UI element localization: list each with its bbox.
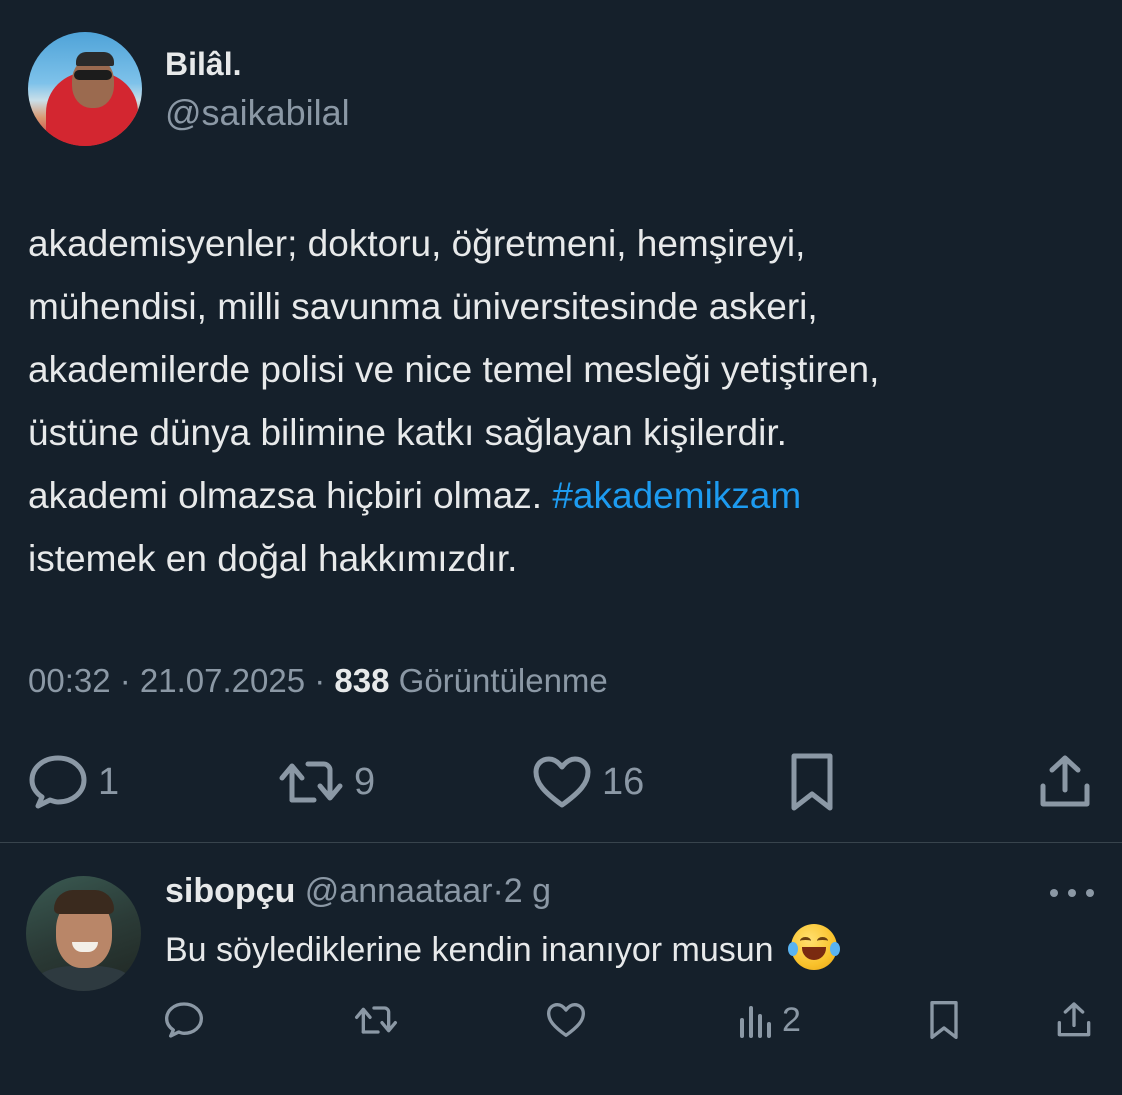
face-with-tears-of-joy-emoji — [788, 924, 841, 970]
tweet-text-line: akademisyenler; doktoru, öğretmeni, hemş… — [28, 223, 806, 264]
reply-time[interactable]: 2 g — [504, 872, 551, 910]
reply-icon — [165, 1002, 203, 1038]
avatar-shirt — [36, 966, 132, 991]
reply-like-button[interactable] — [546, 998, 586, 1042]
reply-views-count: 2 — [782, 1000, 801, 1039]
emoji-mouth — [802, 947, 827, 960]
bookmark-icon — [930, 1001, 958, 1039]
views-label: Görüntülenme — [389, 662, 608, 699]
avatar-glasses — [74, 70, 112, 80]
analytics-icon — [740, 1006, 771, 1038]
meta-separator: · — [110, 662, 140, 699]
reply-dot: · — [492, 872, 504, 910]
bookmark-icon — [791, 753, 833, 811]
tweet-text-line: mühendisi, milli savunma üniversitesinde… — [28, 286, 818, 327]
reply-reply-button[interactable] — [164, 998, 204, 1042]
reply-count: 1 — [98, 760, 120, 803]
views-count[interactable]: 838 — [334, 662, 389, 699]
more-options-icon[interactable] — [1050, 880, 1094, 906]
retweet-icon — [279, 761, 343, 803]
tweet-time[interactable]: 00:32 — [28, 662, 111, 699]
avatar-hair — [54, 890, 114, 914]
share-icon — [1040, 755, 1090, 807]
author-display-name[interactable]: Bilâl. — [165, 46, 241, 83]
author-avatar[interactable] — [28, 32, 142, 146]
share-button[interactable] — [1038, 752, 1092, 812]
tweet-date[interactable]: 21.07.2025 — [140, 662, 305, 699]
reply-author-avatar[interactable] — [26, 876, 141, 991]
reply-display-name[interactable]: sibopçu — [165, 872, 295, 910]
heart-icon — [533, 756, 591, 808]
tweet-text-line: akademi olmazsa hiçbiri olmaz. #akademik… — [28, 464, 1098, 527]
dot — [1068, 889, 1076, 897]
emoji-eye — [800, 937, 812, 945]
reply-text: Bu söylediklerine kendin inanıyor musun — [165, 924, 841, 970]
emoji-eye — [817, 937, 829, 945]
author-handle[interactable]: @saikabilal — [165, 92, 350, 134]
tweet-text-line: akademilerde polisi ve nice temel mesleğ… — [28, 349, 880, 390]
tweet-detail-view: Bilâl. @saikabilal akademisyenler; dokto… — [0, 0, 1122, 1095]
reply-text-content: Bu söylediklerine kendin inanıyor musun — [165, 931, 774, 969]
bookmark-button[interactable] — [788, 752, 836, 812]
retweet-count: 9 — [354, 760, 376, 803]
retweet-icon — [355, 1006, 397, 1034]
reply-share-button[interactable] — [1056, 998, 1092, 1042]
reply-icon — [29, 755, 87, 809]
emoji-tear — [830, 942, 841, 956]
tweet-text-line: istemek en doğal hakkımızdır. — [28, 538, 518, 579]
reply-handle[interactable]: @annaataar — [305, 872, 493, 910]
reply-views-button[interactable]: 2 — [738, 998, 801, 1042]
tweet-text-segment: akademi olmazsa hiçbiri olmaz. — [28, 475, 553, 516]
retweet-button[interactable]: 9 — [278, 752, 375, 812]
meta-separator: · — [305, 662, 335, 699]
avatar-cap — [76, 52, 114, 66]
like-count: 16 — [602, 760, 645, 803]
reply-bookmark-button[interactable] — [928, 998, 960, 1042]
dot — [1050, 889, 1058, 897]
reply-button[interactable]: 1 — [28, 752, 119, 812]
reply-header: sibopçu @annaataar·2 g — [165, 872, 551, 911]
share-icon — [1057, 1002, 1091, 1037]
reply-retweet-button[interactable] — [354, 998, 398, 1042]
dot — [1086, 889, 1094, 897]
like-button[interactable]: 16 — [532, 752, 644, 812]
tweet-text-line: üstüne dünya bilimine katkı sağlayan kiş… — [28, 412, 787, 453]
tweet-meta: 00:32 · 21.07.2025 · 838 Görüntülenme — [28, 662, 608, 700]
emoji-tear — [788, 942, 799, 956]
hashtag-link[interactable]: #akademikzam — [552, 475, 801, 516]
divider — [0, 842, 1122, 843]
heart-icon — [547, 1003, 585, 1037]
tweet-text: akademisyenler; doktoru, öğretmeni, hemş… — [28, 212, 1098, 590]
